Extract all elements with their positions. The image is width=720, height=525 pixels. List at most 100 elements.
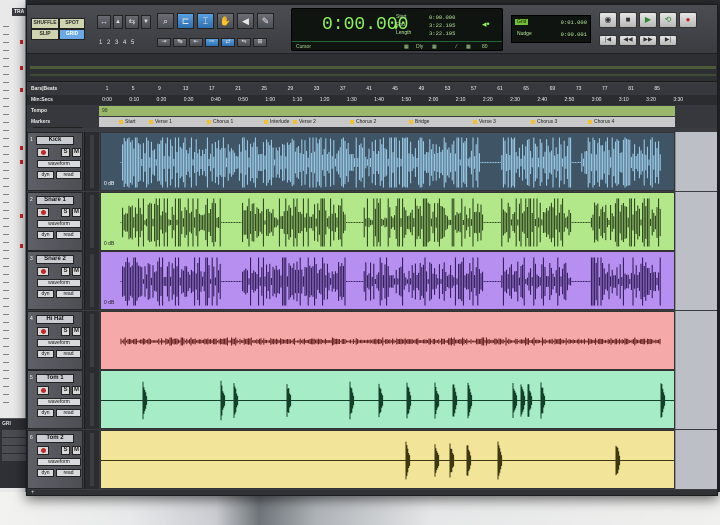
record-enable-button[interactable] — [37, 386, 49, 395]
stop-icon[interactable]: ■ — [619, 12, 637, 28]
marker-label[interactable]: Chorus 3 — [531, 119, 557, 125]
track-empty-area[interactable] — [675, 310, 717, 370]
track-empty-area[interactable] — [675, 429, 717, 489]
marker-label[interactable]: Bridge — [409, 119, 429, 125]
trim-tool-icon[interactable]: ⊏ — [177, 13, 194, 29]
automation-mode-selector[interactable]: read — [56, 349, 81, 358]
dyn-selector[interactable]: dyn — [37, 349, 54, 358]
length-value[interactable]: 3:22.105 — [429, 30, 455, 37]
zoom-midi-icon[interactable]: ▼ — [141, 15, 151, 29]
nudge-value[interactable]: 0:00.001 — [561, 31, 587, 38]
track-name-field[interactable]: Tom 1 — [36, 374, 74, 383]
audio-clip[interactable]: 0 dB — [100, 251, 675, 310]
solo-button[interactable]: S — [61, 267, 70, 276]
marker-label[interactable]: Interlude — [264, 119, 289, 125]
audio-clip[interactable] — [100, 429, 675, 489]
audio-clip[interactable] — [100, 370, 675, 429]
track-empty-area[interactable] — [675, 251, 717, 310]
dyn-selector[interactable]: dyn — [37, 230, 54, 239]
track-header[interactable]: 2 Snare 1 S Mwaveform dyn read — [27, 191, 83, 251]
nudge-box-icon[interactable]: ▦ — [466, 44, 471, 50]
selector-tool-icon[interactable]: ⌶ — [197, 13, 214, 29]
track-view-selector[interactable]: waveform — [37, 398, 81, 406]
automation-mode-selector[interactable]: read — [56, 290, 81, 298]
mirror-midi-icon[interactable]: ⇋ — [237, 38, 251, 47]
link-track-icon[interactable]: ⇤ — [189, 38, 203, 47]
group-row[interactable] — [2, 454, 26, 461]
solo-button[interactable]: S — [61, 326, 70, 336]
insertion-follows-icon[interactable]: ⇄ — [221, 38, 235, 47]
marker-label[interactable]: Start — [119, 119, 136, 125]
zoom-vertical-icon[interactable]: ▲ — [113, 15, 123, 29]
start-value[interactable]: 0:00.000 — [429, 14, 455, 21]
clip-gain-label[interactable]: 0 dB — [104, 300, 114, 306]
record-enable-button[interactable] — [37, 148, 49, 157]
slip-mode-button[interactable]: SLIP — [31, 29, 59, 40]
tab-to-transient-icon[interactable]: ⇥ — [157, 38, 171, 47]
marker-label[interactable]: Chorus 2 — [350, 119, 376, 125]
grid-label[interactable]: Grid — [515, 19, 529, 25]
track-empty-area[interactable] — [675, 191, 717, 251]
pencil-tool-icon[interactable]: ✎ — [257, 13, 274, 29]
record-icon[interactable]: ● — [679, 12, 697, 28]
record-enable-button[interactable] — [37, 445, 49, 455]
play-icon[interactable]: ▶ — [639, 12, 657, 28]
clip-gain-label[interactable]: 0 dB — [104, 241, 114, 247]
end-value[interactable]: 3:22.105 — [429, 22, 455, 29]
zoomer-tool-icon[interactable]: ⌕ — [157, 13, 174, 29]
nudge-label[interactable]: Nudge — [515, 31, 534, 37]
track-name-field[interactable]: Snare 1 — [36, 195, 74, 205]
track-name-field[interactable]: Kick — [36, 136, 74, 145]
automation-mode-selector[interactable]: read — [56, 171, 81, 179]
automation-mode-selector[interactable]: read — [56, 468, 81, 477]
track-header[interactable]: 3 Snare 2 S Mwaveform dyn read — [27, 251, 83, 310]
track-view-selector[interactable]: waveform — [37, 457, 81, 466]
dly-label[interactable]: Dly — [416, 44, 423, 50]
solo-button[interactable]: S — [61, 207, 70, 217]
track-view-selector[interactable]: waveform — [37, 338, 81, 347]
track-view-selector[interactable]: waveform — [37, 219, 81, 228]
marker-label[interactable]: Verse 2 — [293, 119, 316, 125]
audio-clip[interactable]: 0 dB — [100, 191, 675, 251]
loop-playback-icon[interactable]: ⟲ — [659, 12, 677, 28]
zoom-preset-2[interactable]: 2 — [107, 40, 110, 46]
track-empty-area[interactable] — [675, 370, 717, 429]
mute-button[interactable]: M — [72, 148, 81, 157]
link-timeline-icon[interactable]: ↹ — [173, 38, 187, 47]
rewind-icon[interactable]: ◀◀ — [619, 35, 637, 46]
dyn-selector[interactable]: dyn — [37, 409, 54, 417]
spot-mode-button[interactable]: SPOT — [59, 18, 85, 29]
zoom-preset-1[interactable]: 1 — [99, 40, 102, 46]
track-view-selector[interactable]: waveform — [37, 279, 81, 287]
marker-label[interactable]: Chorus 1 — [207, 119, 233, 125]
solo-button[interactable]: S — [61, 148, 70, 157]
marker-label[interactable]: Chorus 4 — [588, 119, 614, 125]
add-track-icon[interactable]: + — [31, 490, 35, 495]
marker-label[interactable]: Verse 3 — [473, 119, 496, 125]
track-header[interactable]: 5 Tom 1 S Mwaveform dyn read — [27, 370, 83, 429]
go-to-end-icon[interactable]: ▶| — [659, 35, 677, 46]
universe-overview[interactable] — [27, 54, 717, 82]
automation-mode-selector[interactable]: read — [56, 230, 81, 239]
audio-clip[interactable]: 0 dB — [100, 132, 675, 191]
markers-ruler[interactable]: Markers Start Verse 1 Chorus 1 Interlude Ver… — [27, 117, 717, 127]
group-row[interactable] — [2, 430, 26, 437]
scrubber-tool-icon[interactable]: ◀ — [237, 13, 254, 29]
record-enable-button[interactable] — [37, 207, 49, 217]
mute-button[interactable]: M — [72, 326, 81, 336]
track-header[interactable]: 6 Tom 2 S Mwaveform dyn read — [27, 429, 83, 489]
fast-forward-icon[interactable]: ▶▶ — [639, 35, 657, 46]
track-header[interactable]: 4 Hi Hat S Mwaveform dyn read — [27, 310, 83, 370]
shuffle-mode-button[interactable]: SHUFFLE — [31, 18, 59, 29]
solo-button[interactable]: S — [61, 386, 70, 395]
zoom-in-icon[interactable]: ⇆ — [125, 15, 139, 29]
tempo-ruler[interactable]: Tempo 99 — [27, 106, 717, 116]
track-header[interactable]: 1 Kick S Mwaveform dyn read — [27, 132, 83, 191]
marker-label[interactable]: Verse 1 — [149, 119, 172, 125]
grid-mode-button[interactable]: GRID — [59, 29, 85, 40]
zoom-preset-3[interactable]: 3 — [115, 40, 118, 46]
dyn-selector[interactable]: dyn — [37, 171, 54, 179]
min-secs-ruler[interactable]: Min:Secs 0:00 0:10 0:20 0:30 0:40 0:50 1:00 1:1… — [27, 95, 717, 105]
tempo-value[interactable]: 99 — [102, 108, 108, 114]
preroll-icon[interactable]: ◂• — [482, 19, 490, 30]
